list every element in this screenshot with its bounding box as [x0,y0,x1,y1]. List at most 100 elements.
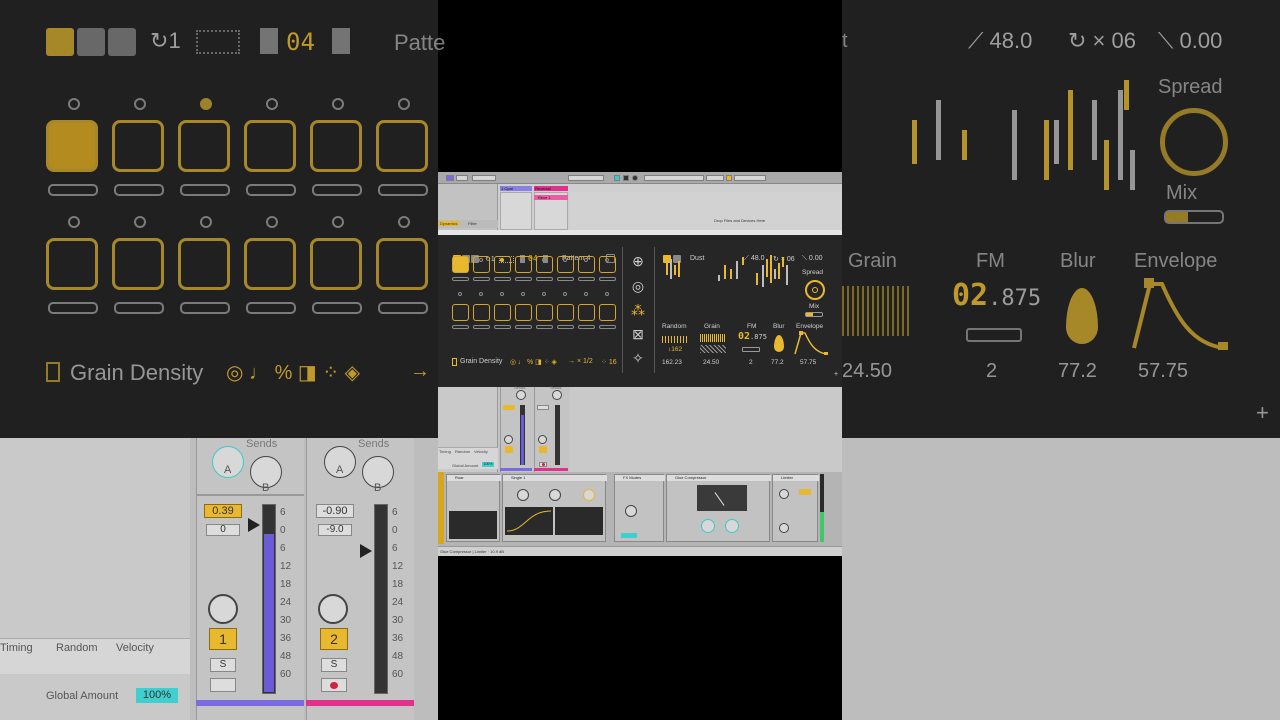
mix-slider[interactable] [805,312,823,317]
envelope-graph[interactable] [794,331,828,355]
device-fx-modes[interactable]: FX Modes [614,474,665,542]
multiplier-readout[interactable]: ↻ × 06 [773,255,795,263]
groove-global-value[interactable]: 100% [482,462,494,467]
toolbar-loop-start[interactable] [706,175,724,181]
offset-readout[interactable]: ⟍ 0.00 [802,255,822,263]
rate-control[interactable]: → × 1/2 [568,358,593,365]
step-velocity-bar[interactable] [557,325,574,329]
track2-pan-knob[interactable] [318,594,348,624]
step-pad[interactable] [578,304,595,321]
track2-activator[interactable]: 2 [320,628,348,650]
step-velocity-bar[interactable] [494,277,511,281]
step-pad[interactable] [536,304,553,321]
toolbar-field[interactable] [456,175,468,181]
step-pad[interactable] [515,304,532,321]
fm-slider[interactable] [742,347,760,352]
link-icon[interactable] [673,255,681,263]
step-velocity-bar[interactable] [473,325,490,329]
step-pad[interactable] [599,256,616,273]
global-icon[interactable]: ⊕ [630,253,646,269]
random-graph[interactable] [662,336,688,343]
device-limiter[interactable]: Limiter [772,474,819,542]
track1-header[interactable]: 1 Opal [500,186,532,191]
step-pad[interactable] [452,304,469,321]
fm-value[interactable]: 02.875 [738,331,767,342]
mini-send-knob-1[interactable] [516,390,526,400]
step-velocity-bar[interactable] [599,277,616,281]
step-velocity-bar[interactable] [515,325,532,329]
toolbar-position[interactable] [568,175,604,181]
track1-activator[interactable]: 1 [209,628,237,650]
track2-header[interactable]: Reversal [534,186,568,191]
track1-arm[interactable] [210,678,236,692]
track1-pan[interactable]: 0.39 [204,504,242,518]
step-velocity-bar[interactable] [452,277,469,281]
step-velocity-bar[interactable] [599,325,616,329]
record-button[interactable] [632,175,638,181]
toolbar-loop-length[interactable] [734,175,766,181]
step-velocity-bar[interactable] [536,325,553,329]
toolbar-tools[interactable] [644,175,704,181]
track2-pan[interactable]: -0.90 [316,504,354,518]
loop-toggle[interactable] [726,175,732,181]
toolbar-scale[interactable] [472,175,496,181]
sparkle-icon[interactable]: ✧ [630,350,646,366]
step-pad[interactable] [473,256,490,273]
toolbar-swatch[interactable] [446,175,454,181]
preset-name[interactable]: Dust [690,255,704,262]
step-velocity-bar[interactable] [494,325,511,329]
step-pad[interactable] [557,304,574,321]
mini-pan-knob-1[interactable] [504,435,513,444]
track2-solo[interactable]: S [321,658,347,672]
mini-arm-2[interactable] [539,462,547,467]
step-velocity-bar[interactable] [578,277,595,281]
grain-icon[interactable]: ⁂ [630,302,646,318]
step-pad[interactable] [599,304,616,321]
play-button[interactable] [614,175,620,181]
step-velocity-bar[interactable] [536,277,553,281]
tempo-readout[interactable]: ⟋ 48.0 [744,255,764,263]
step-velocity-bar[interactable] [452,325,469,329]
track2-fader-thumb[interactable] [360,544,372,558]
step-pad[interactable] [473,304,490,321]
device-roar[interactable]: Roar [446,474,501,542]
step-pad[interactable] [536,256,553,273]
device-single[interactable]: Single 1 [502,474,607,542]
global-amount-value[interactable]: 100% [136,688,178,703]
mode-icons[interactable]: ◎ ♩ % ◨ ⁘ ◈ [510,358,557,366]
frame-icon[interactable]: ⊠ [630,326,646,342]
bg-step-indicator [398,98,410,110]
device-glue-compressor[interactable]: Glue Compressor [666,474,771,542]
target-icon[interactable]: ◎ [630,278,646,294]
grain-graph[interactable] [700,334,726,342]
add-icon[interactable]: + [834,371,838,378]
track2-arm[interactable] [321,678,347,692]
step-pad[interactable] [515,256,532,273]
track2-vol[interactable]: -9.0 [318,524,352,536]
track1-solo[interactable]: S [210,658,236,672]
steps-control[interactable]: ⁘ 16 [601,358,617,366]
stop-button[interactable] [623,175,629,181]
mini-pan-2[interactable] [537,405,549,410]
track1-vol[interactable]: 0 [206,524,240,536]
step-pad[interactable] [494,256,511,273]
step-velocity-bar[interactable] [578,325,595,329]
track1-fader-thumb[interactable] [248,518,260,532]
track1-pan-knob[interactable] [208,594,238,624]
mini-pan-1[interactable] [503,405,515,410]
step-pad[interactable] [578,256,595,273]
step-velocity-bar[interactable] [473,277,490,281]
step-pad[interactable] [557,256,574,273]
track2-clip[interactable]: Reve 1 [534,195,568,200]
step-velocity-bar[interactable] [557,277,574,281]
grain-density-label[interactable]: Grain Density [460,358,502,365]
blur-drop-icon[interactable] [774,335,784,352]
mini-activator-1[interactable] [505,446,513,453]
mini-pan-knob-2[interactable] [538,435,547,444]
step-velocity-bar[interactable] [515,277,532,281]
step-pad[interactable] [494,304,511,321]
mini-activator-2[interactable] [539,446,547,453]
mini-send-knob-2[interactable] [552,390,562,400]
step-pad[interactable] [452,256,469,273]
spread-knob[interactable] [805,280,825,300]
